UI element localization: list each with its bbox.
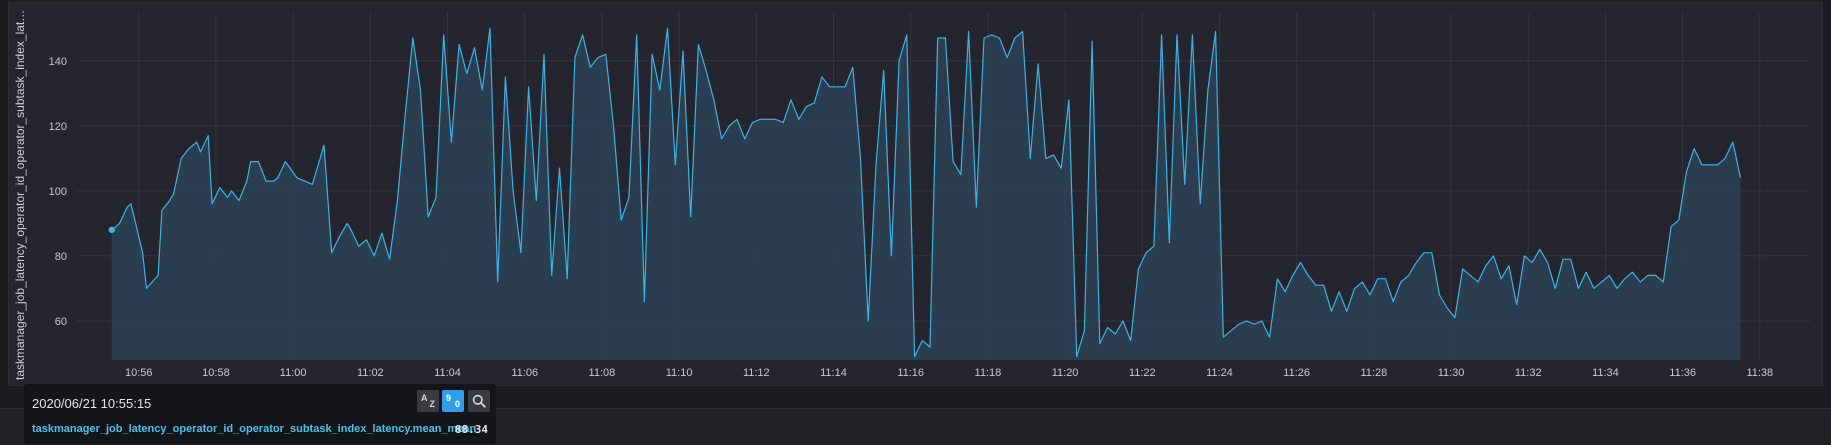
search-icon — [472, 394, 486, 408]
x-tick-label: 11:02 — [357, 367, 384, 379]
x-tick-label: 11:06 — [511, 367, 538, 379]
y-tick-labels: 60 80 100 120 140 — [49, 56, 67, 328]
sort-numeric-icon: 9 0 — [446, 393, 460, 409]
x-tick-label: 11:38 — [1746, 367, 1773, 379]
x-tick-label: 11:22 — [1129, 367, 1156, 379]
x-tick-label: 11:26 — [1283, 367, 1310, 379]
x-tick-label: 11:28 — [1360, 367, 1387, 379]
sort-alpha-button[interactable]: A Z — [417, 390, 439, 412]
tooltip-timestamp: 2020/06/21 10:55:15 — [32, 396, 152, 411]
hover-tooltip: 2020/06/21 10:55:15 A Z 9 0 taskmanager_… — [24, 384, 496, 444]
x-tick-label: 11:36 — [1669, 367, 1696, 379]
x-tick-label: 11:20 — [1052, 367, 1079, 379]
x-tick-label: 11:30 — [1438, 367, 1465, 379]
sort-numeric-glyph-bottom: 0 — [454, 399, 460, 409]
x-tick-label: 11:24 — [1206, 367, 1233, 379]
chart-svg[interactable]: 10:56 10:58 11:00 11:02 11:04 11:06 11:08 11:10… — [0, 0, 1831, 384]
tooltip-series-name: taskmanager_job_latency_operator_id_oper… — [32, 423, 477, 435]
x-tick-label: 10:56 — [125, 367, 153, 379]
x-tick-label: 11:04 — [434, 367, 461, 379]
search-button[interactable] — [468, 390, 490, 412]
x-tick-label: 11:14 — [820, 367, 847, 379]
sort-alpha-glyph-top: A — [421, 393, 428, 403]
x-tick-label: 11:32 — [1515, 367, 1542, 379]
sort-alpha-icon: A Z — [421, 393, 435, 409]
x-tick-label: 11:12 — [743, 367, 770, 379]
hover-point-marker — [108, 226, 115, 234]
y-axis-label: taskmanager_job_latency_operator_id_oper… — [13, 8, 27, 380]
x-tick-label: 11:00 — [280, 367, 307, 379]
y-tick-label: 100 — [49, 186, 67, 198]
sort-alpha-glyph-bottom: Z — [429, 399, 436, 409]
x-tick-label: 11:34 — [1592, 367, 1619, 379]
sort-numeric-glyph-top: 9 — [446, 393, 452, 403]
y-tick-label: 120 — [49, 121, 67, 133]
series-area-fill — [111, 28, 1741, 361]
tooltip-series-value: 88.34 — [454, 423, 488, 436]
x-tick-label: 11:10 — [666, 367, 693, 379]
sort-numeric-button[interactable]: 9 0 — [442, 390, 464, 412]
x-tick-label: 11:18 — [975, 367, 1002, 379]
y-tick-label: 140 — [49, 56, 67, 68]
y-tick-label: 60 — [55, 316, 67, 328]
x-tick-label: 11:16 — [897, 367, 924, 379]
x-tick-label: 10:58 — [202, 367, 230, 379]
y-tick-label: 80 — [55, 251, 67, 263]
x-tick-labels: 10:56 10:58 11:00 11:02 11:04 11:06 11:08 11:10… — [125, 367, 1773, 379]
x-tick-label: 11:08 — [589, 367, 616, 379]
chart-area-layer — [108, 27, 1742, 361]
